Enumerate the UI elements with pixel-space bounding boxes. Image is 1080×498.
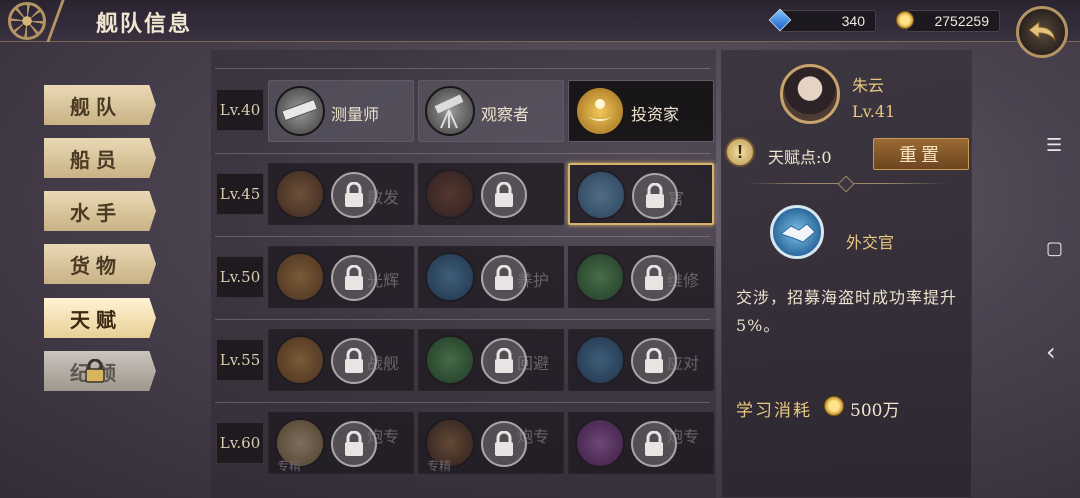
ship-icon (425, 335, 475, 385)
ship-icon (575, 252, 625, 302)
talent-points: 天赋点:0 (768, 148, 832, 167)
nav-back-icon[interactable]: ‹ (1046, 338, 1056, 366)
selected-talent-name: 外交官 (846, 233, 895, 252)
level-label: Lv.50 (216, 256, 264, 298)
talent-locked[interactable]: 炮专 专精 (418, 412, 564, 474)
character-level: Lv.41 (852, 102, 896, 121)
level-label: Lv.40 (216, 89, 264, 131)
talent-locked[interactable]: 应对 (568, 329, 714, 391)
title-decoration (46, 0, 80, 42)
lock-icon (331, 255, 377, 301)
talent-locked[interactable]: 炮专 (568, 412, 714, 474)
gold-coin-icon (824, 396, 844, 416)
tab-sailors[interactable]: 水手 (44, 191, 156, 231)
talent-diplomat[interactable]: 官 (568, 163, 714, 225)
gems-value: 340 (841, 13, 865, 29)
cost-label: 学习消耗 (736, 401, 812, 421)
talent-observer[interactable]: 观察者 (418, 80, 564, 142)
menu-icon[interactable]: ☰ (1046, 135, 1062, 156)
lock-icon (331, 421, 377, 467)
cost-value: 500万 (850, 401, 900, 421)
talent-locked[interactable]: 回避 (418, 329, 564, 391)
gems-display: 340 (780, 10, 876, 32)
level-label: Lv.60 (216, 422, 264, 464)
telescope-icon (425, 86, 475, 136)
talent-locked[interactable]: 维修 (568, 246, 714, 308)
character-avatar[interactable] (780, 64, 840, 124)
tab-locked[interactable]: 纪领 (44, 351, 156, 391)
exclamation-icon[interactable]: ! (725, 137, 755, 167)
tab-label: 货物 (70, 253, 122, 278)
lock-icon (631, 255, 677, 301)
talent-name: 投资家 (631, 105, 680, 124)
tab-label: 水手 (70, 200, 122, 225)
tab-fleet[interactable]: 舰队 (44, 85, 156, 125)
explosion-icon (575, 418, 625, 468)
figure-icon (275, 169, 325, 219)
talent-tag: 专精 (277, 459, 302, 473)
level-label: Lv.55 (216, 339, 264, 381)
tab-crew[interactable]: 船员 (44, 138, 156, 178)
row-divider (215, 68, 710, 69)
level-label: Lv.45 (216, 173, 264, 215)
top-bar: 舰队信息 340 2752259 (0, 0, 1080, 42)
talent-detail-panel (721, 50, 972, 498)
investor-icon (575, 86, 625, 136)
system-nav-bar: ☰ ▢ ‹ (1028, 0, 1080, 498)
ship-wheel-icon (8, 2, 46, 40)
cannon-icon (425, 169, 475, 219)
talent-locked[interactable]: 战舰 (268, 329, 414, 391)
tab-talent[interactable]: 天赋 (44, 298, 156, 338)
lock-icon (632, 173, 678, 219)
tab-cargo[interactable]: 货物 (44, 244, 156, 284)
ruler-icon (275, 86, 325, 136)
talent-locked[interactable]: 养护 (418, 246, 564, 308)
talent-locked[interactable] (418, 163, 564, 225)
gold-display: 2752259 (906, 10, 1000, 32)
row-divider (215, 319, 710, 320)
character-name: 朱云 (852, 76, 885, 95)
lock-icon (631, 338, 677, 384)
warship-icon (275, 335, 325, 385)
gold-value: 2752259 (934, 13, 989, 29)
lock-icon (331, 338, 377, 384)
lock-icon (331, 172, 377, 218)
tab-label: 船员 (70, 147, 122, 172)
talent-name: 测量师 (331, 105, 380, 124)
talent-investor[interactable]: 投资家 (568, 80, 714, 142)
home-icon[interactable]: ▢ (1046, 238, 1063, 259)
tab-label: 舰队 (70, 94, 122, 119)
lock-icon (481, 421, 527, 467)
tab-label: 天赋 (70, 307, 122, 332)
ship-icon (425, 252, 475, 302)
talent-tag: 专精 (427, 459, 452, 473)
row-divider (215, 402, 710, 403)
lock-icon (481, 255, 527, 301)
page-title: 舰队信息 (96, 11, 193, 37)
row-divider (215, 236, 710, 237)
ship-icon (275, 252, 325, 302)
lock-icon (85, 359, 105, 383)
handshake-icon (770, 205, 824, 259)
talent-locked[interactable]: 光辉 (268, 246, 414, 308)
head-icon (575, 335, 625, 385)
gold-coin-icon (896, 11, 914, 29)
handshake-icon (576, 170, 626, 220)
talent-name: 观察者 (481, 105, 530, 124)
lock-icon (481, 172, 527, 218)
talent-surveyor[interactable]: 测量师 (268, 80, 414, 142)
row-divider (215, 153, 710, 154)
talent-locked[interactable]: 散发 (268, 163, 414, 225)
talent-locked[interactable]: 炮专 专精 (268, 412, 414, 474)
talent-description: 交涉，招募海盗时成功率提升5%。 (736, 288, 958, 335)
lock-icon (631, 421, 677, 467)
reset-button[interactable]: 重置 (873, 138, 969, 170)
lock-icon (481, 338, 527, 384)
